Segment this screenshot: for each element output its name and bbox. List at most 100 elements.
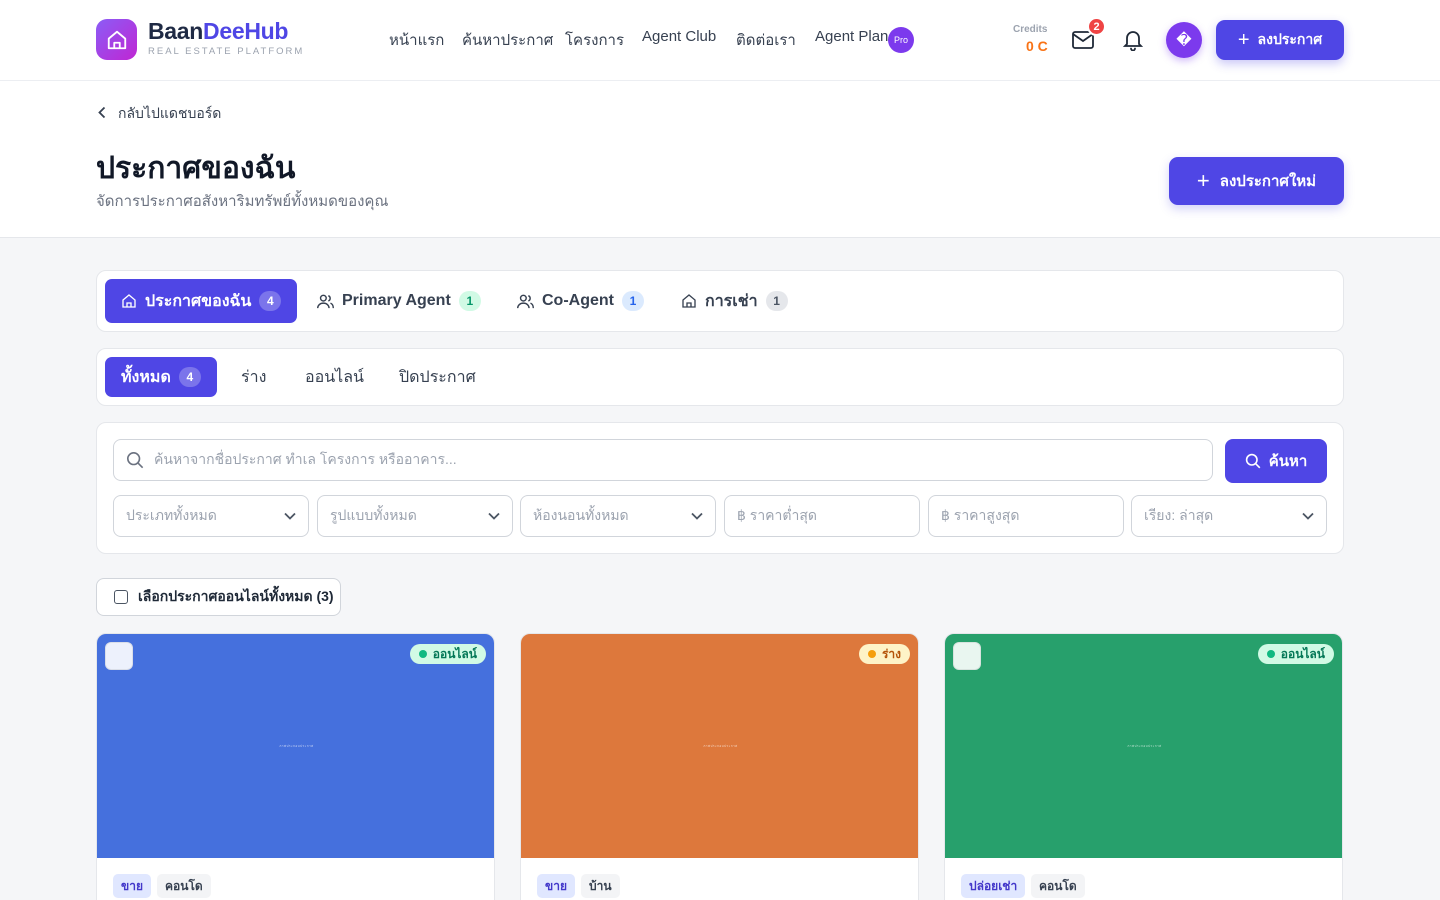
- bell-icon[interactable]: [1120, 28, 1146, 52]
- sort-select[interactable]: เรียง: ล่าสุด: [1131, 495, 1327, 537]
- post-listing-button[interactable]: + ลงประกาศ: [1216, 20, 1344, 60]
- mail-count-badge: 2: [1087, 17, 1106, 36]
- chevron-down-icon: [284, 512, 296, 520]
- chevron-down-icon: [488, 512, 500, 520]
- property-type-select[interactable]: ประเภททั้งหมด: [113, 495, 309, 537]
- tab-count: 4: [259, 291, 282, 311]
- status-label: ออนไลน์: [432, 646, 477, 661]
- status-tab-label: ทั้งหมด: [121, 368, 171, 386]
- brand-name[interactable]: BaanDeeHub: [148, 18, 288, 45]
- tab-count: 1: [621, 291, 644, 311]
- listing-card[interactable]: ภาพประกอบประกาศ ออนไลน์ ขาย คอนโด: [96, 633, 495, 900]
- min-price-input[interactable]: ฿ ราคาต่ำสุด: [724, 495, 920, 537]
- tab-label: Co-Agent: [542, 292, 614, 309]
- chevron-left-icon: [98, 106, 106, 122]
- search-button[interactable]: ค้นหา: [1225, 439, 1327, 483]
- status-tab-closed[interactable]: ปิดประกาศ: [399, 357, 476, 397]
- listing-image-caption: ภาพประกอบประกาศ: [1127, 743, 1162, 748]
- back-label: กลับไปแดชบอร์ด: [118, 105, 222, 121]
- tab-rental[interactable]: การเช่า 1: [681, 279, 788, 323]
- tab-primary-agent[interactable]: Primary Agent 1: [317, 279, 481, 323]
- property-type-tag: คอนโด: [1031, 874, 1085, 898]
- page-title: ประกาศของฉัน: [96, 152, 296, 185]
- listing-image[interactable]: ภาพประกอบประกาศ: [945, 634, 1342, 858]
- users-icon: [517, 294, 534, 309]
- status-dot: [867, 650, 876, 658]
- deal-type-tag: ขาย: [537, 874, 575, 898]
- nav-agent-club[interactable]: Agent Club: [642, 28, 716, 45]
- filter-value: ห้องนอนทั้งหมด: [533, 507, 629, 523]
- listing-card[interactable]: ภาพประกอบประกาศ ออนไลน์ ปล่อยเช่า คอนโด: [944, 633, 1343, 900]
- select-all-label: เลือกประกาศออนไลน์ทั้งหมด (3): [138, 588, 334, 604]
- nav-contact[interactable]: ติดต่อเรา: [736, 28, 796, 52]
- property-type-tag: บ้าน: [581, 874, 620, 898]
- tab-my-listings[interactable]: ประกาศของฉัน 4: [105, 279, 298, 323]
- filter-value: ประเภททั้งหมด: [126, 507, 217, 523]
- nav-search[interactable]: ค้นหาประกาศ: [462, 28, 553, 52]
- search-placeholder: ค้นหาจากชื่อประกาศ ทำเล โครงการ หรืออาคา…: [154, 451, 457, 467]
- filter-value: รูปแบบทั้งหมด: [330, 507, 417, 523]
- deal-type-tag: ปล่อยเช่า: [961, 874, 1026, 898]
- tab-label: Primary Agent: [342, 292, 451, 309]
- max-price-input[interactable]: ฿ ราคาสูงสุด: [928, 495, 1124, 537]
- tab-count: 1: [458, 291, 481, 311]
- logo-house-icon[interactable]: [96, 19, 137, 60]
- status-tab-count: 4: [178, 367, 201, 387]
- post-listing-label: ลงประกาศ: [1257, 31, 1323, 47]
- listing-select-checkbox[interactable]: [105, 642, 133, 670]
- search-icon: [126, 451, 144, 469]
- listing-card[interactable]: ภาพประกอบประกาศ ร่าง ขาย บ้าน: [520, 633, 919, 900]
- tab-count: 1: [765, 291, 788, 311]
- back-to-dashboard-link[interactable]: กลับไปแดชบอร์ด: [98, 103, 221, 125]
- tab-label: ประกาศของฉัน: [145, 292, 252, 310]
- chevron-down-icon: [1302, 512, 1314, 520]
- filter-placeholder: ฿ ราคาต่ำสุด: [737, 507, 817, 523]
- status-tab-online[interactable]: ออนไลน์: [305, 357, 364, 397]
- page-subtitle: จัดการประกาศอสังหาริมทรัพย์ทั้งหมดของคุณ: [96, 193, 389, 210]
- status-badge: ร่าง: [858, 644, 910, 664]
- property-type-tag: คอนโด: [157, 874, 211, 898]
- filter-value: เรียง: ล่าสุด: [1144, 507, 1214, 523]
- nav-home[interactable]: หน้าแรก: [389, 28, 444, 52]
- status-tab-all[interactable]: ทั้งหมด 4: [105, 357, 217, 397]
- filter-placeholder: ฿ ราคาสูงสุด: [941, 507, 1020, 523]
- credits-value[interactable]: 0 C: [1026, 38, 1048, 54]
- listing-image[interactable]: ภาพประกอบประกาศ: [521, 634, 918, 858]
- listing-image-caption: ภาพประกอบประกาศ: [279, 743, 314, 748]
- search-icon: [1245, 453, 1261, 469]
- status-tab-draft[interactable]: ร่าง: [241, 357, 266, 397]
- select-all-online-button[interactable]: เลือกประกาศออนไลน์ทั้งหมด (3): [96, 578, 341, 616]
- search-button-label: ค้นหา: [1268, 453, 1308, 470]
- listing-select-checkbox[interactable]: [953, 642, 981, 670]
- status-dot: [1266, 650, 1275, 658]
- new-listing-label: ลงประกาศใหม่: [1219, 173, 1317, 190]
- deal-type-tag: ขาย: [113, 874, 151, 898]
- bedrooms-select[interactable]: ห้องนอนทั้งหมด: [520, 495, 716, 537]
- nav-agent-plan[interactable]: Agent Plan: [815, 28, 888, 45]
- user-avatar[interactable]: �: [1166, 22, 1202, 58]
- plus-icon: +: [1237, 29, 1250, 51]
- status-tabs-card: [96, 348, 1344, 406]
- brand-tagline: REAL ESTATE PLATFORM: [148, 46, 305, 57]
- select-all-checkbox[interactable]: [114, 590, 128, 604]
- status-badge: ออนไลน์: [1257, 644, 1334, 664]
- listing-image[interactable]: ภาพประกอบประกาศ: [97, 634, 494, 858]
- tab-co-agent[interactable]: Co-Agent 1: [517, 279, 644, 323]
- status-label: ออนไลน์: [1280, 646, 1325, 661]
- status-badge: ออนไลน์: [409, 644, 486, 664]
- new-listing-button[interactable]: + ลงประกาศใหม่: [1169, 157, 1344, 205]
- status-dot: [418, 650, 427, 658]
- status-label: ร่าง: [881, 646, 901, 661]
- tab-label: การเช่า: [705, 292, 758, 310]
- search-input[interactable]: ค้นหาจากชื่อประกาศ ทำเล โครงการ หรืออาคา…: [113, 439, 1213, 481]
- chevron-down-icon: [691, 512, 703, 520]
- house-icon: [682, 294, 696, 308]
- nav-projects[interactable]: โครงการ: [565, 28, 624, 52]
- credits-label: Credits: [1013, 24, 1048, 35]
- users-icon: [317, 294, 334, 309]
- plus-icon: +: [1196, 168, 1210, 193]
- listing-image-caption: ภาพประกอบประกาศ: [703, 743, 738, 748]
- pro-badge: Pro: [888, 27, 914, 53]
- house-icon: [122, 294, 136, 308]
- listing-format-select[interactable]: รูปแบบทั้งหมด: [317, 495, 513, 537]
